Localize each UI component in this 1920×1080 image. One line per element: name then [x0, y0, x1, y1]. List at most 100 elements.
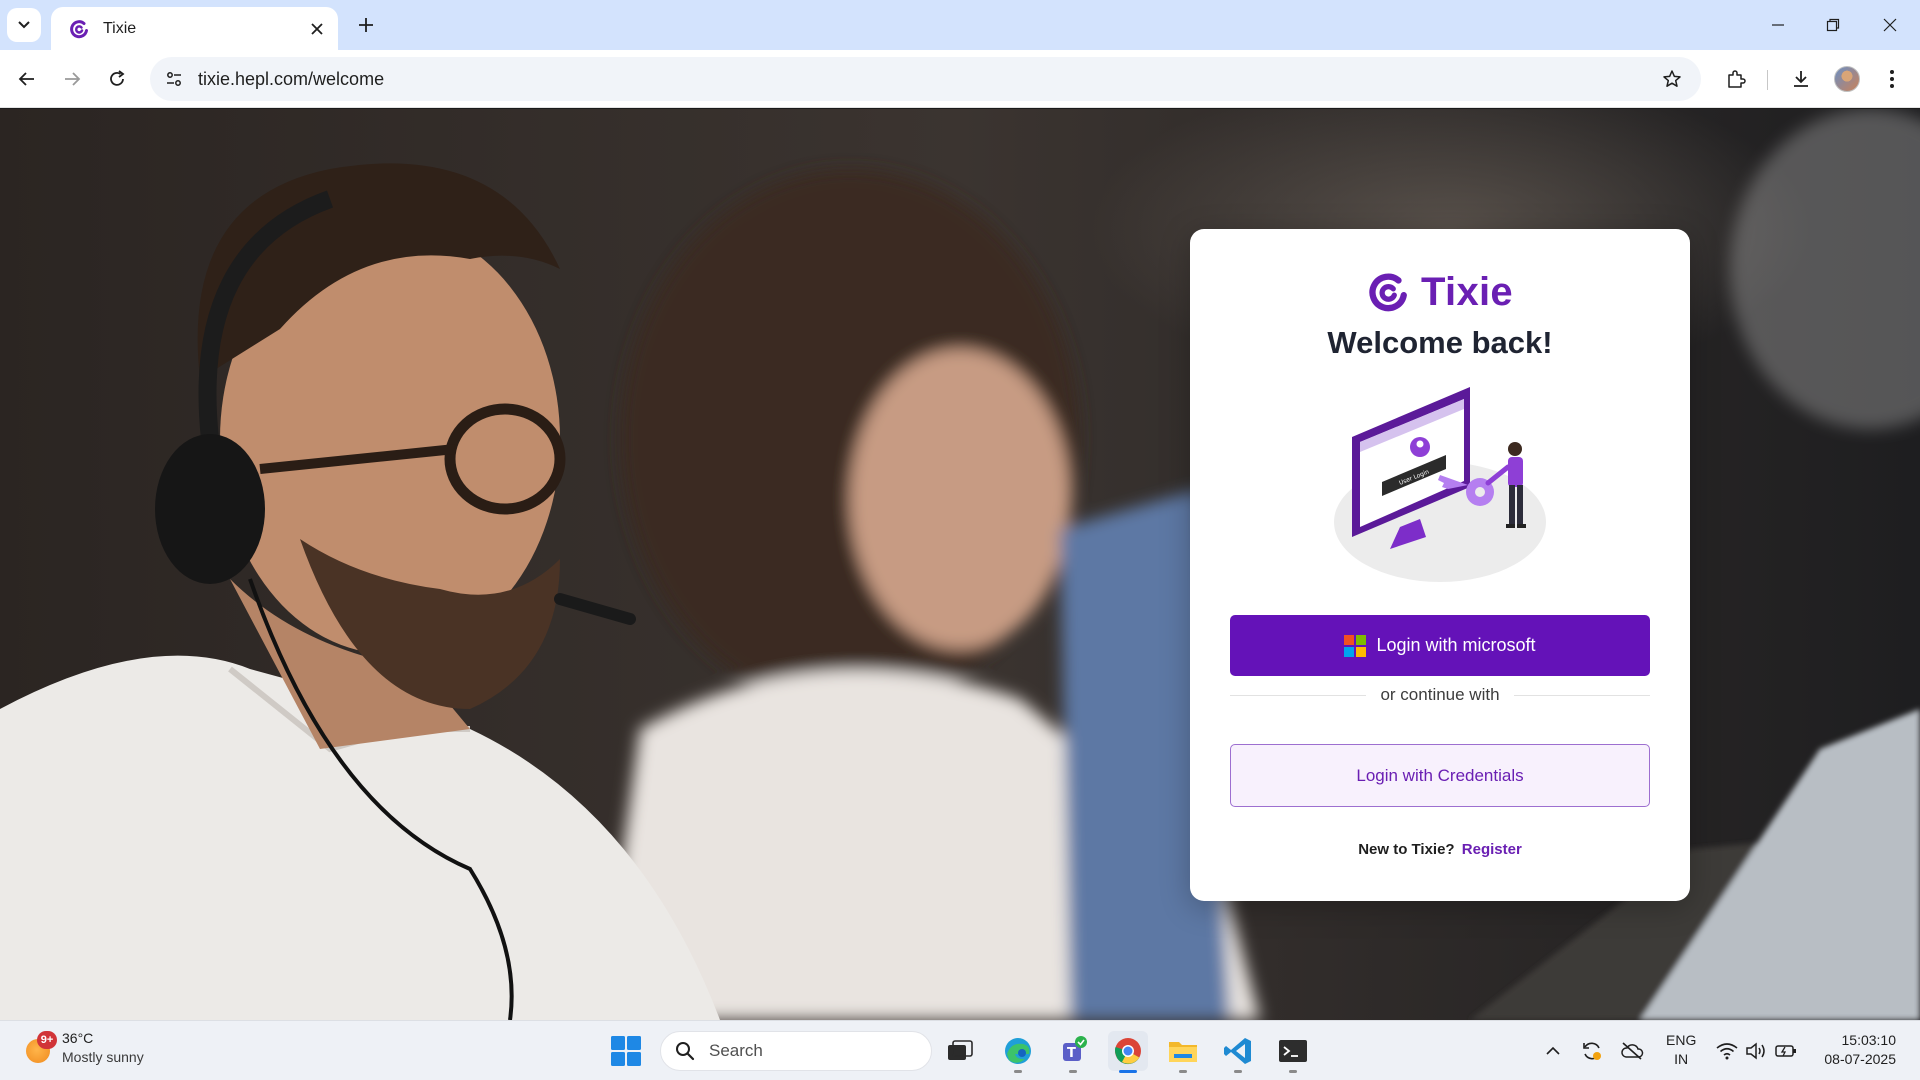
brand-logo: Tixie — [1190, 269, 1690, 315]
taskbar: 9+ 36°C Mostly sunny Search T ENG IN 15:… — [0, 1020, 1920, 1080]
avatar — [1834, 66, 1860, 92]
divider-line — [1513, 694, 1651, 696]
weather-sun-icon: 9+ — [24, 1031, 57, 1063]
register-link[interactable]: Register — [1462, 841, 1522, 858]
weather-temp: 36°C — [62, 1030, 94, 1046]
divider-text: or continue with — [1380, 685, 1500, 704]
back-button[interactable] — [10, 62, 44, 96]
site-info-icon — [167, 72, 181, 86]
restore-button[interactable] — [1813, 8, 1853, 42]
clock-date: 08-07-2025 — [1824, 1051, 1896, 1067]
divider: or continue with — [1230, 683, 1651, 707]
show-hidden-icons-button[interactable] — [1541, 1039, 1565, 1063]
minimize-button[interactable] — [1758, 8, 1798, 42]
download-icon — [1794, 71, 1808, 87]
windows-start-icon[interactable] — [610, 1035, 642, 1067]
tab-tixie[interactable]: Tixie — [51, 7, 338, 50]
running-indicator — [1069, 1070, 1077, 1073]
file-explorer-icon — [1169, 1042, 1197, 1062]
microsoft-logo-icon — [1344, 634, 1367, 657]
wifi-icon — [1716, 1043, 1738, 1060]
clock-time: 15:03:10 — [1841, 1032, 1897, 1048]
running-indicator — [1119, 1070, 1137, 1073]
vscode-icon — [1224, 1038, 1251, 1064]
tab-title: Tixie — [103, 19, 137, 37]
terminal-icon — [1279, 1040, 1307, 1062]
terminal-app[interactable] — [1273, 1031, 1313, 1073]
page-title: Welcome back! — [1327, 325, 1553, 360]
divider-line — [1230, 694, 1367, 696]
chrome-app[interactable] — [1108, 1031, 1148, 1073]
sync-tray-button[interactable] — [1580, 1039, 1604, 1063]
tab-search-button[interactable] — [7, 8, 41, 42]
close-window-button[interactable] — [1870, 8, 1910, 42]
tixie-logo-icon — [1369, 273, 1407, 312]
url-text[interactable]: tixie.hepl.com/welcome — [198, 69, 1657, 90]
vscode-app[interactable] — [1218, 1031, 1258, 1073]
toolbar-separator — [1767, 70, 1768, 90]
login-microsoft-label: Login with microsoft — [1376, 635, 1536, 655]
running-indicator — [1179, 1070, 1187, 1073]
sync-icon — [1583, 1042, 1601, 1060]
reload-icon — [110, 70, 125, 86]
brand-name: Tixie — [1421, 269, 1513, 314]
svg-text:T: T — [1067, 1046, 1076, 1061]
teams-app[interactable]: T — [1053, 1031, 1093, 1073]
profile-button[interactable] — [1830, 62, 1864, 96]
extensions-button[interactable] — [1719, 62, 1753, 96]
task-view-button[interactable] — [940, 1031, 980, 1071]
search-icon — [676, 1042, 695, 1061]
page-viewport: Tixie Welcome back! User Login Login wit… — [0, 109, 1920, 1020]
lang-top: ENG — [1666, 1032, 1697, 1048]
reload-button[interactable] — [100, 62, 134, 96]
extensions-icon — [1728, 70, 1746, 88]
teams-icon: T — [1063, 1036, 1087, 1061]
close-icon — [311, 22, 323, 35]
search-label: Search — [709, 1041, 763, 1060]
battery-button[interactable] — [1774, 1039, 1798, 1063]
file-explorer-app[interactable] — [1163, 1031, 1203, 1073]
browser-toolbar: tixie.hepl.com/welcome — [0, 50, 1920, 108]
more-icon — [1890, 70, 1894, 88]
volume-button[interactable] — [1744, 1039, 1768, 1063]
chevron-up-icon — [1546, 1046, 1560, 1055]
chrome-icon — [1115, 1038, 1141, 1065]
language-indicator[interactable]: ENG IN — [1666, 1031, 1696, 1069]
back-icon — [18, 72, 34, 86]
network-button[interactable] — [1715, 1039, 1739, 1063]
cloud-off-icon — [1621, 1042, 1644, 1060]
running-indicator — [1234, 1070, 1242, 1073]
onedrive-tray-button[interactable] — [1620, 1039, 1644, 1063]
login-credentials-button[interactable]: Login with Credentials — [1230, 744, 1650, 807]
edge-icon — [1005, 1038, 1031, 1064]
tab-close-button[interactable] — [306, 18, 328, 40]
menu-button[interactable] — [1875, 62, 1909, 96]
edge-app[interactable] — [998, 1031, 1038, 1073]
battery-icon — [1775, 1045, 1796, 1057]
task-view-icon — [948, 1040, 973, 1060]
tixie-logo-icon — [70, 19, 88, 38]
weather-condition: Mostly sunny — [62, 1049, 144, 1065]
site-info-button[interactable] — [160, 65, 188, 93]
bookmark-button[interactable] — [1657, 64, 1687, 94]
login-microsoft-button[interactable]: Login with microsoft — [1230, 615, 1650, 676]
new-tab-button[interactable] — [352, 11, 380, 39]
register-prompt: New to Tixie? — [1358, 841, 1455, 858]
restore-icon — [1826, 18, 1840, 32]
forward-icon — [65, 72, 81, 86]
running-indicator — [1289, 1070, 1297, 1073]
notification-badge: 9+ — [37, 1031, 57, 1049]
volume-icon — [1746, 1042, 1765, 1060]
lang-bottom: IN — [1674, 1051, 1689, 1067]
clock[interactable]: 15:03:10 08-07-2025 — [1810, 1031, 1896, 1069]
tab-search-icon — [18, 21, 30, 29]
address-bar[interactable]: tixie.hepl.com/welcome — [150, 57, 1701, 101]
forward-button[interactable] — [55, 62, 89, 96]
weather-widget[interactable]: 9+ 36°C Mostly sunny — [24, 1029, 144, 1067]
login-credentials-label: Login with Credentials — [1356, 765, 1524, 785]
downloads-button[interactable] — [1784, 62, 1818, 96]
plus-icon — [359, 18, 373, 32]
login-illustration: User Login — [1334, 387, 1546, 582]
login-card: Tixie Welcome back! User Login Login wit… — [1190, 229, 1690, 901]
taskbar-search[interactable]: Search — [660, 1031, 932, 1071]
